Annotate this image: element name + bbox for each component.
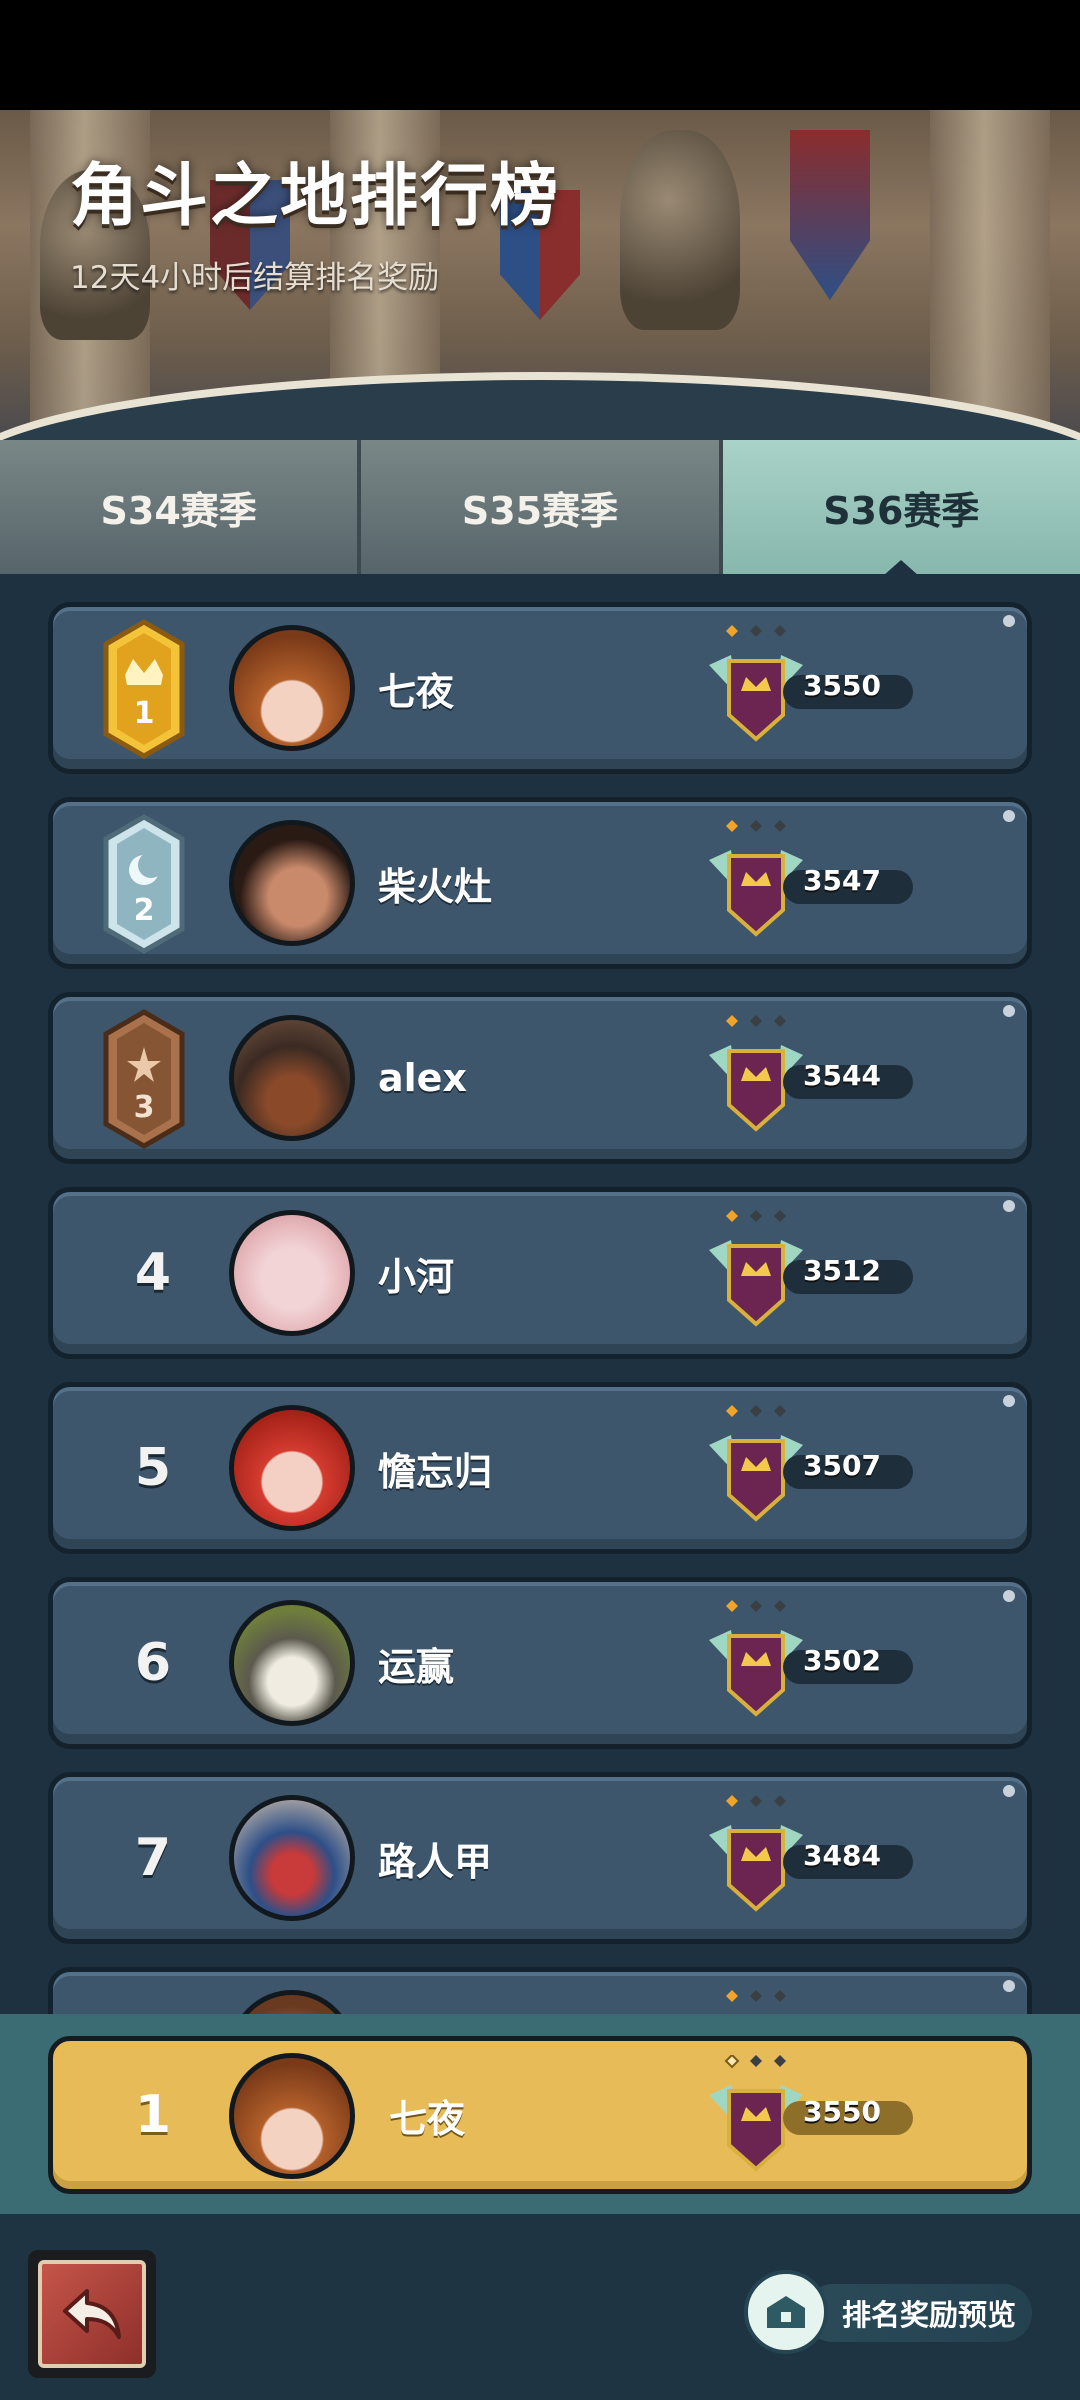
avatar[interactable]	[229, 1015, 355, 1141]
pillar-right	[930, 110, 1050, 440]
avatar[interactable]	[229, 1210, 355, 1336]
knight-statue	[620, 130, 740, 330]
score-value: 3484	[803, 1839, 881, 1872]
score-value: 3507	[803, 1449, 881, 1482]
leaderboard-row-partial[interactable]	[48, 1967, 1032, 2014]
score-value: 3550	[803, 669, 881, 702]
svg-text:2: 2	[134, 893, 155, 928]
silver-moon-badge-icon: 2	[103, 814, 185, 954]
avatar[interactable]	[229, 1600, 355, 1726]
score-value: 3502	[803, 1644, 881, 1677]
my-player-name: 七夜	[389, 2096, 466, 2141]
corner-sheen	[1003, 615, 1015, 627]
reward-preview-label: 排名奖励预览	[842, 2298, 1017, 2332]
svg-text:1: 1	[134, 696, 155, 731]
status-bar	[0, 0, 1080, 110]
corner-sheen	[1003, 1005, 1015, 1017]
rank-number: 6	[134, 1633, 172, 1693]
leaderboard-list[interactable]: 1 七夜 3550 2 柴火灶 3547 3 alex 3544 4 小河 35…	[0, 574, 1080, 2014]
score-value: 3547	[803, 864, 881, 897]
rank-number: 5	[134, 1438, 172, 1498]
avatar[interactable]	[229, 1795, 355, 1921]
rank-number: 7	[134, 1828, 172, 1888]
player-name: alex	[378, 1056, 467, 1100]
player-name: 路人甲	[378, 1839, 493, 1884]
player-name: 柴火灶	[378, 864, 493, 909]
gold-crown-badge-icon: 1	[103, 619, 185, 759]
tier-emblem-icon	[726, 1990, 786, 2002]
bottom-bar: 排名奖励预览	[0, 2214, 1080, 2400]
score-value: 3512	[803, 1254, 881, 1287]
page-title: 角斗之地排行榜	[70, 157, 561, 236]
banner-flag-decoration	[790, 130, 870, 300]
player-name: 七夜	[378, 669, 455, 714]
my-rank-row[interactable]: 1 七夜 3550	[48, 2036, 1032, 2194]
corner-sheen	[1003, 1785, 1015, 1797]
reward-chest-icon	[744, 2270, 828, 2354]
banner-arc	[0, 380, 1080, 440]
corner-sheen	[1003, 1980, 1015, 1992]
my-rank-number: 1	[134, 2085, 172, 2145]
avatar[interactable]	[229, 1405, 355, 1531]
avatar[interactable]	[229, 625, 355, 751]
player-name: 憺忘归	[378, 1449, 493, 1494]
leaderboard-row[interactable]: 7 路人甲 3484	[48, 1772, 1032, 1944]
avatar[interactable]	[229, 820, 355, 946]
my-score-value: 3550	[803, 2095, 881, 2128]
leaderboard-row[interactable]: 3 alex 3544	[48, 992, 1032, 1164]
tab-s35[interactable]: S35赛季	[361, 440, 723, 574]
leaderboard-row[interactable]: 4 小河 3512	[48, 1187, 1032, 1359]
rank-number: 4	[134, 1243, 172, 1303]
avatar[interactable]	[229, 1990, 355, 2014]
reward-preview-button[interactable]: 排名奖励预览	[744, 2270, 1044, 2356]
leaderboard-row[interactable]: 5 憺忘归 3507	[48, 1382, 1032, 1554]
season-tabs: S34赛季 S35赛季 S36赛季	[0, 440, 1080, 576]
back-arrow-icon	[38, 2260, 146, 2368]
corner-sheen	[1003, 810, 1015, 822]
leaderboard-row[interactable]: 1 七夜 3550	[48, 602, 1032, 774]
player-name: 运赢	[378, 1644, 455, 1689]
corner-sheen	[1003, 1395, 1015, 1407]
leaderboard-row[interactable]: 6 运赢 3502	[48, 1577, 1032, 1749]
corner-sheen	[1003, 1200, 1015, 1212]
corner-sheen	[1003, 1590, 1015, 1602]
back-button[interactable]	[28, 2250, 156, 2378]
score-value: 3544	[803, 1059, 881, 1092]
bronze-star-badge-icon: 3	[103, 1009, 185, 1149]
tab-s36[interactable]: S36赛季	[722, 440, 1080, 576]
leaderboard-row[interactable]: 2 柴火灶 3547	[48, 797, 1032, 969]
player-name: 小河	[378, 1254, 455, 1299]
tab-s34[interactable]: S34赛季	[0, 440, 362, 574]
my-avatar[interactable]	[229, 2053, 355, 2179]
settlement-countdown: 12天4小时后结算排名奖励	[70, 260, 440, 296]
svg-text:3: 3	[134, 1090, 155, 1125]
